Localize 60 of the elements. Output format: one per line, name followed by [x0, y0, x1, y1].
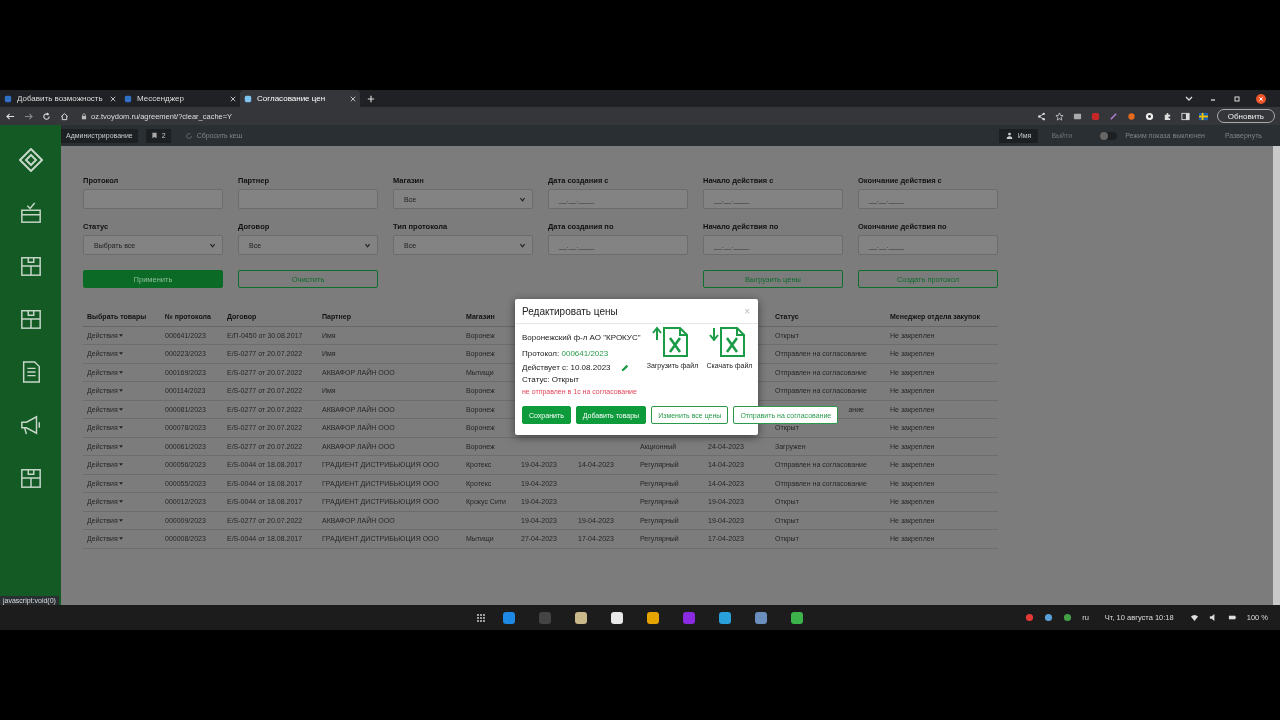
restore-icon[interactable] — [1232, 93, 1242, 104]
app-icon[interactable] — [573, 610, 588, 625]
protocol-link[interactable]: 000641/2023 — [561, 349, 609, 358]
sidebar-icon[interactable] — [1180, 111, 1190, 121]
boxes-icon[interactable] — [19, 254, 42, 278]
caret-icon[interactable] — [118, 370, 123, 374]
caret-icon[interactable] — [118, 518, 123, 522]
reload-icon[interactable] — [42, 111, 51, 121]
browser-tab[interactable]: Согласование цен — [240, 90, 360, 107]
app-grid-icon[interactable] — [475, 612, 486, 623]
puzzle-icon[interactable] — [1162, 111, 1172, 121]
caret-icon[interactable] — [118, 481, 123, 485]
status-text: Статус: Открыт — [522, 374, 580, 386]
home-icon[interactable] — [60, 111, 69, 121]
mode-toggle[interactable] — [1100, 131, 1118, 140]
close-icon[interactable] — [110, 95, 116, 102]
boxes-icon[interactable] — [19, 466, 42, 490]
caret-icon[interactable] — [118, 463, 123, 467]
caret-icon[interactable] — [118, 407, 123, 411]
caret-icon[interactable] — [118, 500, 123, 504]
close-icon[interactable] — [1256, 93, 1266, 104]
forward-icon[interactable] — [24, 111, 33, 121]
flag-icon[interactable] — [1198, 111, 1208, 121]
protocol-text: Протокол: 000641/2023 — [522, 348, 610, 360]
box-check-icon[interactable] — [19, 201, 42, 225]
back-icon[interactable] — [6, 111, 15, 121]
scrollbar[interactable] — [1273, 146, 1280, 605]
wifi-icon[interactable] — [1189, 613, 1199, 622]
favicon-icon — [124, 94, 132, 103]
close-icon[interactable] — [350, 95, 356, 102]
caret-icon[interactable] — [118, 352, 123, 356]
diamond-logo-icon[interactable] — [18, 148, 43, 172]
new-tab-icon[interactable] — [367, 94, 375, 103]
battery-icon[interactable] — [1227, 613, 1237, 622]
caret-icon[interactable] — [118, 537, 123, 541]
megaphone-icon[interactable] — [19, 413, 42, 437]
share-icon[interactable] — [1036, 111, 1046, 121]
caret-icon[interactable] — [118, 426, 123, 430]
close-icon[interactable] — [230, 95, 236, 102]
app-icon[interactable] — [789, 610, 804, 625]
star-icon[interactable] — [1054, 111, 1064, 121]
caret-icon[interactable] — [118, 444, 123, 448]
dialog-title: Редактировать цены — [522, 306, 618, 317]
pencil-icon[interactable] — [620, 364, 629, 372]
valid-from-text: Действует с: 10.08.2023 — [522, 362, 611, 374]
app-icon[interactable] — [717, 610, 732, 625]
caret-icon[interactable] — [118, 333, 123, 337]
favicon-icon — [4, 94, 12, 103]
app-icon[interactable] — [609, 610, 624, 625]
close-button[interactable]: × — [744, 307, 750, 316]
lock-icon[interactable] — [81, 112, 87, 120]
update-button[interactable]: Обновить — [1216, 109, 1275, 123]
favicon-icon — [244, 94, 252, 103]
pen-icon[interactable] — [1108, 111, 1118, 121]
partner-name: Воронежский ф-л АО "КРОКУС" — [522, 332, 642, 344]
user-icon[interactable] — [1005, 132, 1013, 139]
bookmark-icon[interactable] — [150, 132, 158, 139]
caret-icon[interactable] — [118, 389, 123, 393]
boxes-icon[interactable] — [19, 307, 42, 331]
app-icon[interactable] — [645, 610, 660, 625]
